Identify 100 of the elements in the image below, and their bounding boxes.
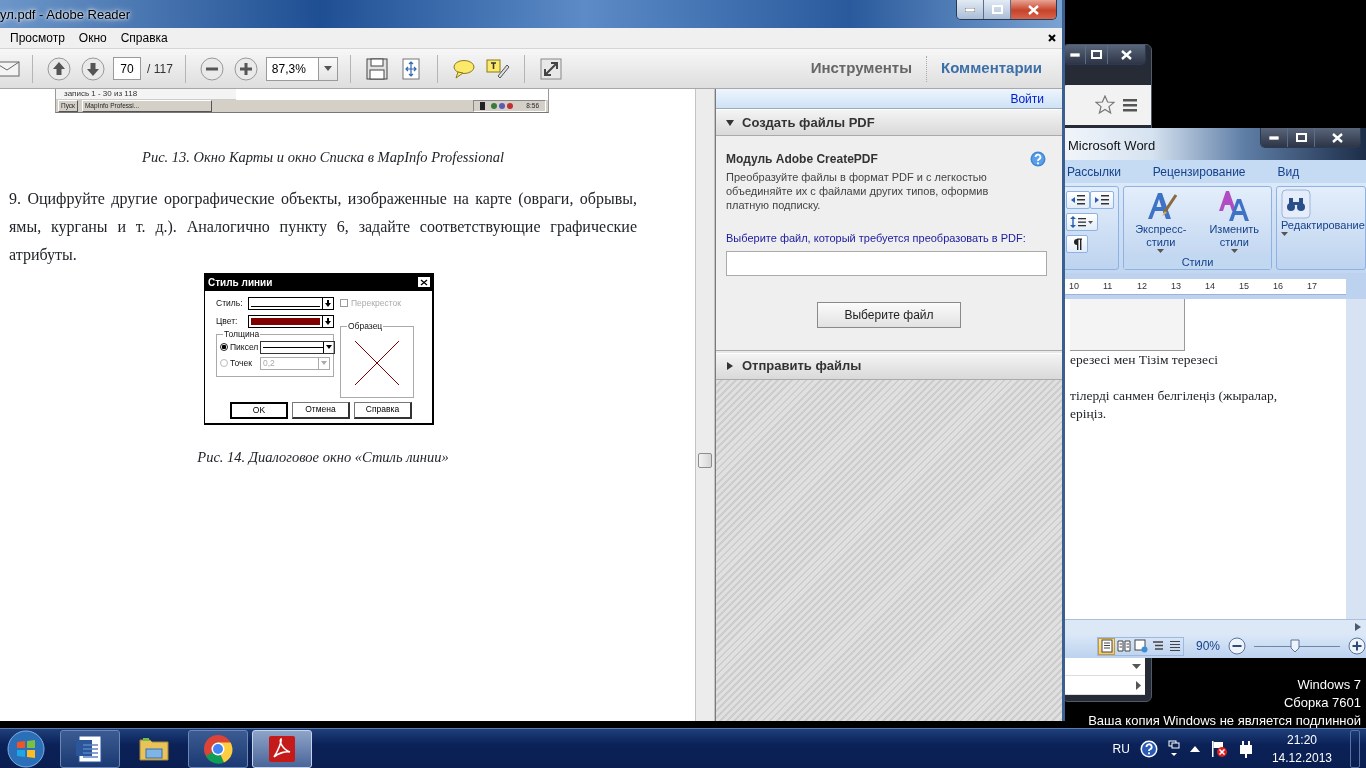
radio-label: Точек (230, 356, 253, 370)
styles-button[interactable]: Экспресс-стили (1124, 187, 1198, 254)
view-icon (1150, 639, 1165, 653)
figure-caption: Рис. 13. Окно Карты и окно Списка в MapInfo Professional (141, 148, 505, 167)
line-spacing-button[interactable] (1066, 213, 1098, 231)
browser-icon (202, 732, 234, 765)
next-page-button[interactable] (79, 54, 107, 83)
view-button[interactable] (1115, 637, 1132, 655)
view-icon (1099, 639, 1114, 653)
zoom-field[interactable]: 87,3% (265, 56, 318, 81)
section-header[interactable]: Отправить файлы (716, 352, 1062, 380)
menu-item[interactable]: Просмотр (3, 29, 72, 47)
arrow-down-icon (81, 56, 105, 81)
prompt-text: Выберите файл, который требуется преобразовать в PDF: (726, 231, 1027, 246)
file-path-field[interactable] (726, 250, 1047, 276)
taskbar-button[interactable] (188, 729, 248, 768)
ribbon-tab[interactable]: Рецензирование (1146, 162, 1246, 181)
maximize-button[interactable] (1288, 128, 1315, 147)
binoculars-icon (1281, 189, 1311, 219)
plus-icon (233, 56, 258, 81)
minimize-button[interactable] (1261, 128, 1288, 147)
arrow-down-icon (325, 299, 331, 307)
line-spacing-icon (1070, 216, 1094, 228)
star-icon[interactable] (1095, 95, 1115, 115)
view-icon (1167, 639, 1182, 653)
help-icon[interactable] (1139, 739, 1158, 758)
triangle-right-icon (726, 362, 734, 370)
increase-indent-button[interactable] (1090, 191, 1114, 209)
paragraph-text: 9. Оцифруйте другие орографические объекты, изображенные на карте (овраги, обрывы, ямы, курганы и т. д.). Аналогично пункту 6, задайте соответствующие графические атрибуты. (9, 188, 637, 266)
taskbar-button[interactable] (60, 729, 120, 768)
dialog-button[interactable]: Отмена (292, 401, 350, 419)
ruler-number: 10 (1068, 279, 1080, 293)
arrow-right-icon[interactable] (1354, 620, 1362, 634)
minus-icon (199, 56, 224, 81)
flag-icon[interactable] (1209, 739, 1228, 758)
clock-date[interactable]: 14.12.2013 (1271, 748, 1332, 767)
minimize-button[interactable] (957, 0, 984, 19)
power-plug-icon[interactable] (1237, 739, 1254, 758)
choose-file-button[interactable]: Выберите файл (817, 301, 961, 328)
zoom-out-button[interactable] (197, 54, 226, 83)
menu-item[interactable]: Окно (71, 29, 114, 47)
previous-page-button[interactable] (45, 54, 73, 83)
view-button[interactable] (1132, 637, 1149, 655)
scrollbar-thumb[interactable] (698, 453, 712, 468)
minimize-button[interactable] (1064, 45, 1087, 64)
ribbon-tab[interactable]: Рассылки (1061, 162, 1121, 181)
close-button[interactable] (1108, 45, 1145, 64)
minus-icon (1228, 637, 1247, 655)
group-label: Образец (347, 320, 384, 331)
ribbon-tab[interactable]: Вид (1271, 162, 1300, 181)
language-indicator[interactable]: RU (1112, 739, 1130, 758)
maximize-button[interactable] (984, 0, 1011, 19)
windows-orb-icon (7, 729, 45, 768)
radio-button[interactable] (220, 343, 228, 352)
sign-in-link[interactable]: Войти (1010, 89, 1044, 108)
styles-button[interactable]: Изменить стили (1197, 187, 1271, 254)
window-title: ул.pdf - Adobe Reader (0, 6, 131, 24)
close-icon (1121, 49, 1133, 60)
activation-notice-text: Windows 7 (1297, 676, 1361, 694)
dialog-button[interactable]: Справка (354, 401, 412, 419)
start-button[interactable] (6, 728, 46, 768)
minimize-icon (1069, 52, 1080, 57)
pilcrow-icon (1072, 238, 1082, 250)
show-desktop-button[interactable] (1350, 729, 1360, 768)
close-icon (1332, 132, 1343, 143)
activation-notice-text: Ваша копия Windows не является подлинной (1088, 712, 1361, 730)
close-icon (1028, 4, 1039, 15)
envelope-icon[interactable] (0, 60, 20, 77)
windows-stack-icon[interactable] (1167, 739, 1180, 758)
close-button[interactable] (1315, 128, 1360, 147)
section-header[interactable]: Создать файлы PDF (716, 109, 1062, 136)
clock-time[interactable]: 21:20 (1271, 730, 1332, 749)
expand-icon (539, 57, 562, 80)
figure-caption: Рис. 14. Диалоговое окно «Стиль линии» (196, 447, 450, 467)
zoom-level: 90% (1196, 638, 1221, 655)
caret-icon (323, 66, 332, 71)
ruler-number: 15 (1238, 279, 1250, 293)
document-text: еріңіз. (1070, 405, 1108, 423)
radio-label: Пиксел (230, 340, 259, 354)
page-number-field[interactable]: 70 (113, 57, 141, 80)
zoom-in-button[interactable] (231, 54, 260, 83)
indent-icon (1071, 194, 1085, 206)
caret-icon (1281, 232, 1288, 236)
zoom-dropdown-button[interactable] (317, 56, 338, 81)
ruler-number: 12 (1136, 279, 1148, 293)
view-icon (1116, 639, 1131, 653)
maximize-button[interactable] (1086, 45, 1109, 64)
caret-icon (321, 361, 327, 366)
mode-tab[interactable]: Инструменты (796, 57, 926, 80)
menu-item[interactable]: Справка (113, 29, 175, 47)
decrease-indent-button[interactable] (1066, 191, 1090, 209)
dialog-button[interactable]: OK (230, 401, 288, 419)
select-value: 0,2 (262, 357, 275, 370)
mode-tab[interactable]: Комментарии (927, 57, 1056, 80)
slider-thumb[interactable] (1289, 638, 1300, 653)
menu-icon[interactable] (1123, 98, 1137, 112)
show-formatting-button[interactable] (1066, 235, 1088, 253)
arrow-up-icon[interactable] (1189, 745, 1200, 752)
document-text: ерезесі мен Тізім терезесі (1070, 351, 1219, 369)
view-button[interactable] (1098, 637, 1115, 655)
